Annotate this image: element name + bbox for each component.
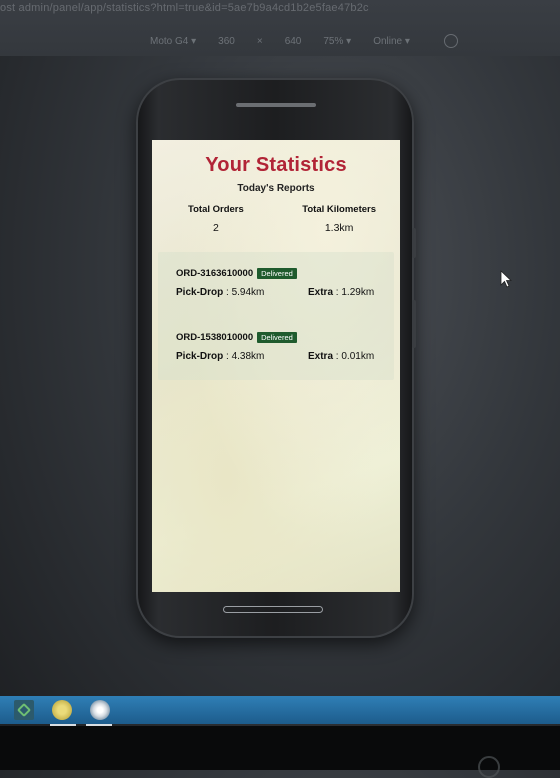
- address-bar[interactable]: ost admin/panel/app/statistics?html=true…: [0, 2, 470, 14]
- order-card[interactable]: ORD-1538010000 Delivered Pick-Drop : 4.3…: [176, 332, 374, 362]
- dimension-separator: ×: [256, 35, 263, 47]
- pick-drop-label: Pick-Drop: [176, 351, 224, 362]
- extra-distance: Extra : 1.29km: [308, 287, 374, 298]
- status-badge: Delivered: [257, 332, 297, 343]
- rotate-icon[interactable]: [443, 34, 458, 48]
- app-screen: Your Statistics Today's Reports Total Or…: [152, 140, 400, 592]
- browser-toolbar: ost admin/panel/app/statistics?html=true…: [0, 0, 560, 56]
- total-kilometers-value: 1.3km: [324, 222, 354, 234]
- order-id: ORD-1538010000: [176, 332, 254, 343]
- url-path: admin/panel/app/statistics?html=true&id=…: [18, 2, 369, 14]
- page-title: Your Statistics: [205, 154, 347, 176]
- pick-drop-label: Pick-Drop: [176, 287, 224, 298]
- zoom-select[interactable]: 75% ▾: [323, 36, 351, 47]
- device-select[interactable]: Moto G4 ▾: [150, 36, 196, 47]
- order-header: ORD-1538010000 Delivered: [176, 332, 374, 343]
- pick-drop-distance: Pick-Drop : 5.94km: [176, 287, 308, 298]
- page-subtitle: Today's Reports: [237, 183, 315, 194]
- order-metrics: Pick-Drop : 4.38km Extra : 0.01km: [176, 351, 374, 362]
- status-badge: Delivered: [257, 268, 297, 279]
- width-field[interactable]: 360: [218, 36, 235, 47]
- total-kilometers-label: Total Kilometers: [302, 204, 376, 215]
- app-launcher-icon[interactable]: [14, 700, 34, 720]
- order-header: ORD-3163610000 Delivered: [176, 268, 374, 279]
- order-id: ORD-3163610000: [176, 268, 254, 279]
- phone-speaker: [236, 103, 316, 107]
- throttle-select[interactable]: Online ▾: [373, 36, 410, 47]
- volume-button: [412, 228, 416, 258]
- device-toolbar: Moto G4 ▾ 360 × 640 75% ▾ Online ▾: [150, 34, 458, 48]
- extra-value: : 0.01km: [333, 351, 375, 362]
- height-field[interactable]: 640: [285, 36, 302, 47]
- extra-label: Extra: [308, 287, 334, 298]
- hp-logo-icon: [478, 756, 500, 778]
- url-prefix: ost: [0, 2, 16, 14]
- monitor-bezel: [0, 726, 560, 770]
- order-metrics: Pick-Drop : 5.94km Extra : 1.29km: [176, 287, 374, 298]
- app-icon[interactable]: [90, 700, 110, 720]
- chrome-icon[interactable]: [52, 700, 72, 720]
- pick-drop-distance: Pick-Drop : 4.38km: [176, 351, 308, 362]
- total-orders-value: 2: [212, 222, 219, 234]
- total-orders: Total Orders 2: [188, 204, 244, 234]
- total-orders-label: Total Orders: [188, 204, 244, 215]
- totals-summary: Total Orders 2 Total Kilometers 1.3km: [152, 194, 400, 234]
- home-button[interactable]: [223, 606, 323, 613]
- stats-header: Your Statistics Today's Reports: [152, 140, 400, 194]
- pick-drop-value: : 5.94km: [223, 287, 265, 298]
- mouse-cursor-icon: [500, 270, 512, 288]
- power-button: [412, 300, 416, 348]
- extra-label: Extra: [308, 351, 334, 362]
- extra-value: : 1.29km: [333, 287, 375, 298]
- orders-list: ORD-3163610000 Delivered Pick-Drop : 5.9…: [158, 252, 394, 380]
- taskbar: [0, 696, 560, 724]
- extra-distance: Extra : 0.01km: [308, 351, 374, 362]
- total-kilometers: Total Kilometers 1.3km: [302, 204, 376, 234]
- pick-drop-value: : 4.38km: [223, 351, 265, 362]
- order-card[interactable]: ORD-3163610000 Delivered Pick-Drop : 5.9…: [176, 268, 374, 298]
